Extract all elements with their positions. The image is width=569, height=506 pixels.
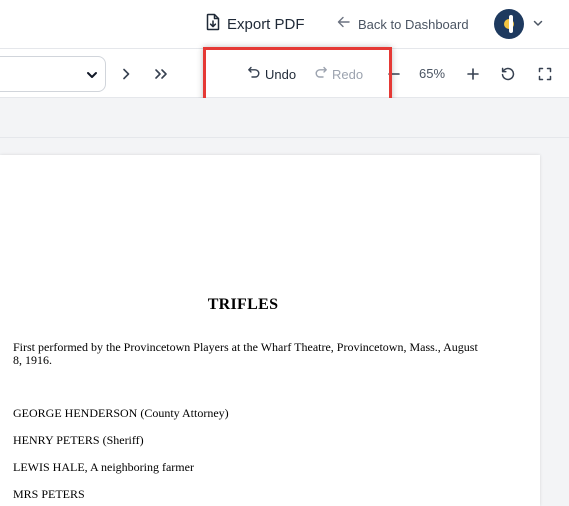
- document-line: HENRY PETERS (Sheriff): [13, 433, 144, 447]
- back-to-dashboard-label: Back to Dashboard: [358, 16, 469, 32]
- redo-label: Redo: [332, 67, 364, 82]
- document-title: TRIFLES: [207, 296, 279, 313]
- document-line: 8, 1916.: [13, 353, 52, 367]
- document-line: MRS PETERS: [13, 487, 85, 501]
- document-page: [0, 155, 540, 506]
- document-line: GEORGE HENDERSON (County Attorney): [13, 406, 229, 420]
- avatar[interactable]: [494, 9, 524, 39]
- editor-toolbar: Undo Redo 65%: [0, 48, 569, 98]
- select-chevron-icon: [85, 68, 99, 87]
- file-download-icon: [205, 13, 221, 36]
- redo-button[interactable]: Redo: [314, 65, 363, 84]
- undo-label: Undo: [265, 67, 297, 82]
- next-page-icon[interactable]: [117, 65, 135, 83]
- back-to-dashboard-link[interactable]: Back to Dashboard: [337, 13, 469, 35]
- export-pdf-label: Export PDF: [227, 15, 305, 33]
- document-line: First performed by the Provincetown Play…: [13, 340, 478, 354]
- chevron-down-icon[interactable]: [531, 16, 545, 30]
- export-pdf-button[interactable]: Export PDF: [205, 13, 305, 35]
- reset-icon[interactable]: [499, 65, 517, 83]
- undo-icon: [247, 65, 261, 84]
- redo-icon: [314, 65, 328, 84]
- zoom-level: 65%: [419, 66, 446, 81]
- arrow-left-icon: [337, 15, 350, 33]
- undo-button[interactable]: Undo: [247, 65, 296, 84]
- zoom-out-icon[interactable]: [385, 65, 403, 83]
- page-select[interactable]: [0, 56, 106, 92]
- top-header: Export PDF Back to Dashboard: [0, 0, 569, 48]
- avatar-bar: [509, 15, 513, 33]
- fullscreen-icon[interactable]: [536, 65, 554, 83]
- document-line: LEWIS HALE, A neighboring farmer: [13, 460, 194, 474]
- canvas-subbar: [0, 98, 569, 138]
- last-page-icon[interactable]: [152, 65, 170, 83]
- zoom-in-icon[interactable]: [464, 65, 482, 83]
